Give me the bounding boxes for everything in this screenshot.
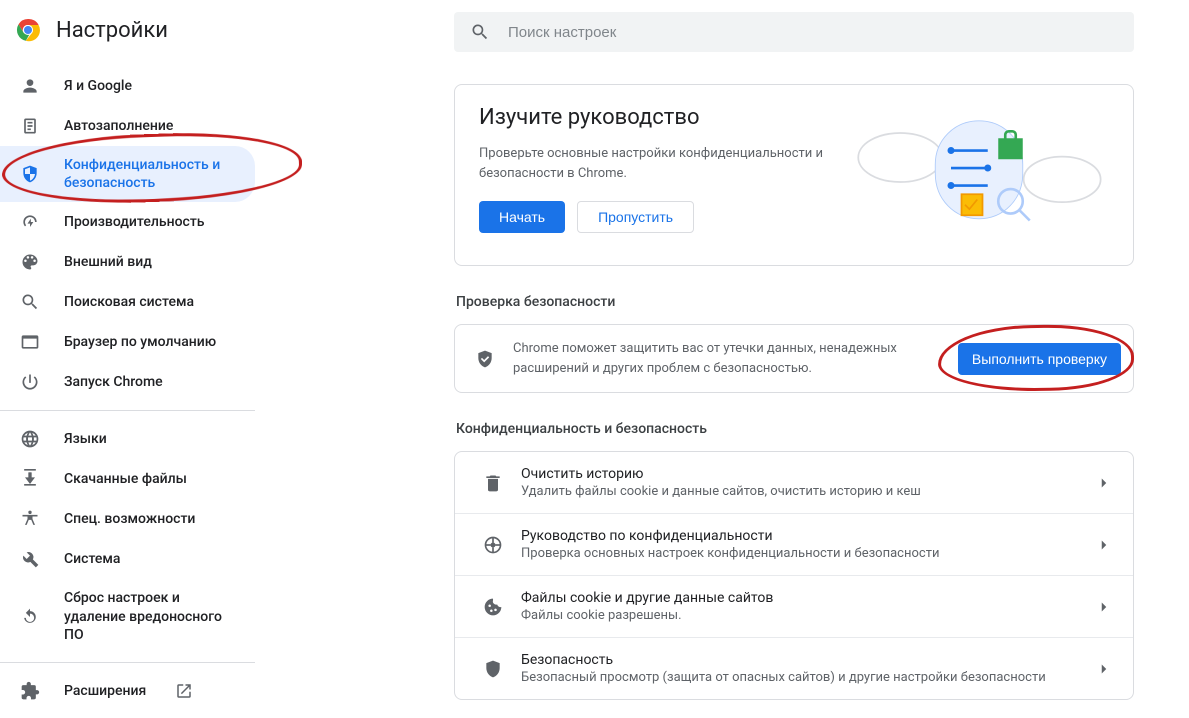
start-button[interactable]: Начать	[479, 201, 565, 233]
chevron-right-icon	[1095, 660, 1113, 678]
sidebar-item-you-and-google[interactable]: Я и Google	[0, 66, 255, 106]
appearance-icon	[20, 252, 40, 272]
row-title: Файлы cookie и другие данные сайтов	[521, 590, 1077, 606]
search-icon	[20, 292, 40, 312]
nav-group-advanced: Языки Скачанные файлы Спец. возможности …	[0, 410, 255, 654]
guide-title: Изучите руководство	[479, 105, 833, 130]
sidebar-title: Настройки	[56, 18, 168, 43]
person-icon	[20, 76, 40, 96]
sidebar-item-downloads[interactable]: Скачанные файлы	[0, 459, 255, 499]
default-browser-icon	[20, 332, 40, 352]
sidebar-item-performance[interactable]: Производительность	[0, 202, 255, 242]
run-check-button[interactable]: Выполнить проверку	[958, 343, 1121, 375]
sidebar-item-label: Внешний вид	[64, 253, 152, 271]
sidebar-item-label: Система	[64, 550, 120, 568]
guide-icon	[483, 535, 503, 555]
guide-illustration	[849, 105, 1109, 245]
row-clear-history[interactable]: Очистить историю Удалить файлы cookie и …	[455, 452, 1133, 513]
chrome-logo-icon	[16, 18, 40, 42]
trash-icon	[483, 473, 503, 493]
cookie-icon	[483, 597, 503, 617]
sidebar-item-appearance[interactable]: Внешний вид	[0, 242, 255, 282]
nav-group-bottom: Расширения О браузере Chrome	[0, 662, 255, 718]
safety-check-card: Chrome поможет защитить вас от утечки да…	[454, 324, 1134, 393]
globe-icon	[20, 429, 40, 449]
sidebar-item-label: Языки	[64, 430, 107, 448]
row-subtitle: Проверка основных настроек конфиденциаль…	[521, 546, 1077, 561]
sidebar-item-label: Расширения	[64, 682, 146, 700]
reset-icon	[20, 607, 40, 627]
privacy-list: Очистить историю Удалить файлы cookie и …	[454, 451, 1134, 700]
extensions-icon	[20, 681, 40, 701]
sidebar-item-label: Конфиденциальность и безопасность	[64, 156, 239, 192]
accessibility-icon	[20, 509, 40, 529]
privacy-guide-card: Изучите руководство Проверьте основные н…	[454, 84, 1134, 266]
open-external-icon	[174, 681, 194, 701]
download-icon	[20, 469, 40, 489]
content: Изучите руководство Проверьте основные н…	[454, 84, 1134, 700]
search-input[interactable]	[508, 24, 1118, 41]
chevron-right-icon	[1095, 536, 1113, 554]
row-cookies[interactable]: Файлы cookie и другие данные сайтов Файл…	[455, 575, 1133, 637]
main: Изучите руководство Проверьте основные н…	[256, 0, 1189, 718]
sidebar-item-search-engine[interactable]: Поисковая система	[0, 282, 255, 322]
wrench-icon	[20, 549, 40, 569]
chevron-right-icon	[1095, 474, 1113, 492]
row-subtitle: Безопасный просмотр (защита от опасных с…	[521, 670, 1077, 685]
shield-check-icon	[475, 349, 495, 369]
row-subtitle: Удалить файлы cookie и данные сайтов, оч…	[521, 484, 1077, 499]
sidebar-item-privacy-security[interactable]: Конфиденциальность и безопасность	[0, 146, 255, 202]
privacy-section-title: Конфиденциальность и безопасность	[456, 421, 1134, 437]
search-row	[256, 0, 1189, 56]
guide-description: Проверьте основные настройки конфиденциа…	[479, 144, 833, 183]
sidebar-item-autofill[interactable]: Автозаполнение	[0, 106, 255, 146]
row-title: Руководство по конфиденциальности	[521, 528, 1077, 544]
sidebar-item-accessibility[interactable]: Спец. возможности	[0, 499, 255, 539]
nav-group-main: Я и Google Автозаполнение Конфиденциальн…	[0, 60, 255, 402]
row-security[interactable]: Безопасность Безопасный просмотр (защита…	[455, 637, 1133, 699]
search-box[interactable]	[454, 12, 1134, 52]
sidebar-header: Настройки	[0, 4, 255, 60]
performance-icon	[20, 212, 40, 232]
row-subtitle: Файлы cookie разрешены.	[521, 608, 1077, 623]
chevron-right-icon	[1095, 598, 1113, 616]
row-title: Очистить историю	[521, 466, 1077, 482]
sidebar-item-languages[interactable]: Языки	[0, 419, 255, 459]
sidebar-item-label: Спец. возможности	[64, 510, 195, 528]
sidebar-item-label: Автозаполнение	[64, 117, 173, 135]
sidebar-item-label: Браузер по умолчанию	[64, 333, 216, 351]
sidebar-item-label: Скачанные файлы	[64, 470, 187, 488]
power-icon	[20, 372, 40, 392]
sidebar-item-label: Поисковая система	[64, 293, 194, 311]
row-title: Безопасность	[521, 652, 1077, 668]
autofill-icon	[20, 116, 40, 136]
safety-text: Chrome поможет защитить вас от утечки да…	[513, 339, 940, 378]
row-privacy-guide[interactable]: Руководство по конфиденциальности Провер…	[455, 513, 1133, 575]
sidebar: Настройки Я и Google Автозаполнение Конф…	[0, 0, 256, 718]
sidebar-item-label: Производительность	[64, 213, 205, 231]
sidebar-item-label: Сброс настроек и удаление вредоносного П…	[64, 589, 239, 644]
sidebar-item-label: Запуск Chrome	[64, 373, 163, 391]
sidebar-item-label: Я и Google	[64, 77, 132, 95]
sidebar-item-about-chrome[interactable]: О браузере Chrome	[0, 711, 255, 718]
security-icon	[483, 659, 503, 679]
sidebar-item-reset[interactable]: Сброс настроек и удаление вредоносного П…	[0, 579, 255, 654]
skip-button[interactable]: Пропустить	[577, 201, 694, 233]
sidebar-item-on-startup[interactable]: Запуск Chrome	[0, 362, 255, 402]
privacy-icon	[20, 164, 40, 184]
sidebar-item-default-browser[interactable]: Браузер по умолчанию	[0, 322, 255, 362]
sidebar-item-extensions[interactable]: Расширения	[0, 671, 255, 711]
sidebar-item-system[interactable]: Система	[0, 539, 255, 579]
safety-section-title: Проверка безопасности	[456, 294, 1134, 310]
search-icon	[470, 22, 490, 42]
